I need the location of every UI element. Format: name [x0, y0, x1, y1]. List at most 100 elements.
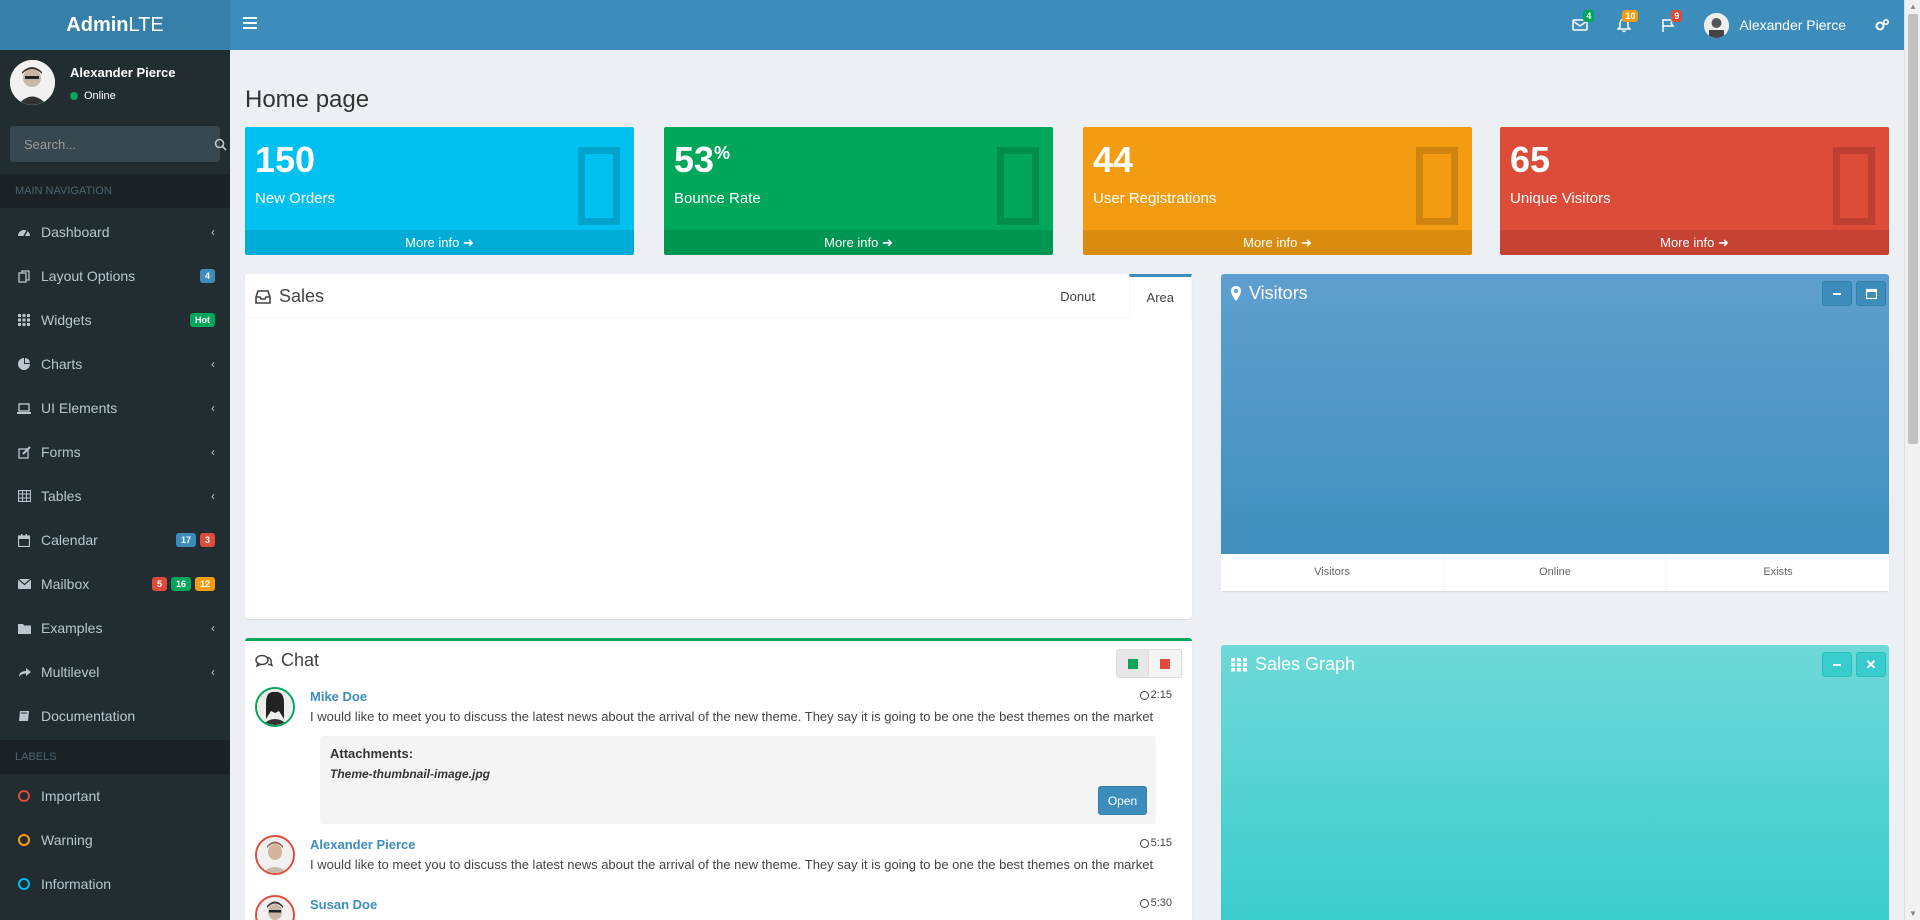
circle-icon	[18, 790, 30, 802]
more-info-link[interactable]: More info ➜	[1500, 230, 1889, 255]
sidebar-item-layout-options[interactable]: Layout Options 4	[0, 254, 230, 298]
edit-icon	[15, 445, 33, 459]
sidebar-user-name: Alexander Pierce	[70, 65, 176, 80]
visitors-title: Visitors	[1231, 283, 1308, 304]
inbox-icon	[255, 289, 271, 304]
sidebar-item-widgets[interactable]: Widgets Hot	[0, 298, 230, 342]
chevron-left-icon: ‹	[211, 621, 215, 635]
minus-icon	[1833, 292, 1841, 295]
stat-value: 44	[1093, 139, 1134, 180]
more-info-link[interactable]: More info ➜	[1083, 230, 1472, 255]
search-input[interactable]	[10, 126, 214, 162]
sidebar-item-calendar[interactable]: Calendar 17 3	[0, 518, 230, 562]
sidebar-item-charts[interactable]: Charts ‹	[0, 342, 230, 386]
sidebar-item-examples[interactable]: Examples ‹	[0, 606, 230, 650]
date-range-button[interactable]	[1856, 281, 1886, 306]
scroll-up-icon[interactable]: ▲	[1909, 2, 1917, 11]
chat-author-name[interactable]: Susan Doe	[310, 897, 377, 912]
mailbox-badge-red: 5	[151, 577, 167, 591]
th-icon	[1231, 657, 1247, 672]
label-information[interactable]: Information	[0, 862, 230, 906]
search-button[interactable]	[214, 126, 227, 162]
visitors-box: Visitors Visitors Online Exists	[1221, 274, 1889, 591]
sidebar-toggle-icon[interactable]	[243, 17, 257, 31]
mailbox-badge-yellow: 12	[194, 577, 215, 591]
circle-icon	[18, 834, 30, 846]
control-sidebar-toggle[interactable]	[1860, 0, 1904, 50]
more-info-link[interactable]: More info ➜	[245, 230, 634, 255]
book-icon	[15, 709, 33, 723]
dashboard-icon	[15, 225, 33, 239]
notifications-dropdown[interactable]: 10	[1602, 0, 1646, 50]
sales-graph-box: Sales Graph ✕	[1221, 645, 1889, 920]
collapse-button[interactable]	[1822, 652, 1852, 677]
stat-label: Unique Visitors	[1510, 190, 1611, 207]
share-icon	[15, 665, 33, 679]
top-navbar: AdminLTE 4 10 9 Alexander Pierce	[0, 0, 1920, 50]
logo[interactable]: AdminLTE	[0, 0, 230, 50]
calendar-icon	[1865, 288, 1877, 299]
calendar-badge-blue: 17	[175, 533, 196, 547]
notifications-badge: 10	[1622, 10, 1639, 22]
table-icon	[15, 489, 33, 503]
online-status-button[interactable]	[1117, 650, 1149, 677]
status-indicator: Online	[70, 90, 116, 102]
chat-author-name[interactable]: Alexander Pierce	[310, 837, 416, 852]
tab-area[interactable]: Area	[1128, 274, 1192, 319]
shopping-bag-icon	[578, 147, 620, 225]
chevron-left-icon: ‹	[211, 489, 215, 503]
tab-donut[interactable]: Donut	[1043, 274, 1112, 319]
page-scrollbar[interactable]: ▲ ▼	[1904, 0, 1920, 920]
remove-button[interactable]: ✕	[1856, 652, 1886, 677]
tasks-dropdown[interactable]: 9	[1646, 0, 1690, 50]
sidebar-item-tables[interactable]: Tables ‹	[0, 474, 230, 518]
user-menu[interactable]: Alexander Pierce	[1690, 0, 1860, 50]
world-map[interactable]	[1231, 319, 1879, 544]
attachment: Attachments: Theme-thumbnail-image.jpg O…	[320, 736, 1156, 824]
chat-timestamp: 2:15	[1139, 689, 1172, 701]
messages-dropdown[interactable]: 4	[1558, 0, 1602, 50]
person-add-icon	[1416, 147, 1458, 225]
label-important[interactable]: Important	[0, 774, 230, 818]
clock-icon	[1139, 838, 1149, 848]
user-name: Alexander Pierce	[1739, 17, 1846, 33]
tasks-badge: 9	[1671, 10, 1683, 22]
sidebar-item-documentation[interactable]: Documentation	[0, 694, 230, 738]
chat-author-name[interactable]: Mike Doe	[310, 689, 367, 704]
clock-icon	[1139, 690, 1149, 700]
page-title: Home page	[245, 86, 370, 113]
sidebar-item-forms[interactable]: Forms ‹	[0, 430, 230, 474]
sales-box: Sales Donut Area	[245, 274, 1192, 619]
attachment-filename: Theme-thumbnail-image.jpg	[330, 767, 491, 781]
arrow-circle-right-icon: ➜	[462, 235, 474, 250]
search-icon	[214, 138, 227, 151]
stat-value: 150	[255, 139, 316, 180]
scrollbar-thumb[interactable]	[1908, 14, 1918, 444]
open-attachment-button[interactable]: Open	[1098, 786, 1147, 815]
chat-box: Chat Mike Doe 2:15 I would like to meet …	[245, 638, 1192, 920]
chevron-left-icon: ‹	[211, 665, 215, 679]
chevron-left-icon: ‹	[211, 445, 215, 459]
offline-status-button[interactable]	[1149, 650, 1181, 677]
laptop-icon	[15, 401, 33, 415]
mailbox-badge-green: 16	[170, 577, 191, 591]
pie-graph-icon	[1833, 147, 1875, 225]
label-warning[interactable]: Warning	[0, 818, 230, 862]
stat-label: User Registrations	[1093, 190, 1217, 207]
sales-title: Sales	[255, 286, 324, 307]
sidebar-item-ui-elements[interactable]: UI Elements ‹	[0, 386, 230, 430]
folder-icon	[15, 621, 33, 635]
avatar	[255, 835, 295, 875]
count-badge: 4	[199, 269, 215, 283]
more-info-link[interactable]: More info ➜	[664, 230, 1053, 255]
sidebar-item-multilevel[interactable]: Multilevel ‹	[0, 650, 230, 694]
sidebar-item-dashboard[interactable]: Dashboard ‹	[0, 210, 230, 254]
collapse-button[interactable]	[1822, 281, 1852, 306]
map-marker-icon	[1231, 286, 1241, 301]
scroll-down-icon[interactable]: ▼	[1909, 909, 1917, 918]
sidebar-item-mailbox[interactable]: Mailbox 5 16 12	[0, 562, 230, 606]
attachment-heading: Attachments:	[330, 746, 414, 761]
arrow-circle-right-icon: ➜	[881, 235, 893, 250]
gears-icon	[1875, 18, 1890, 31]
calendar-icon	[15, 533, 33, 547]
